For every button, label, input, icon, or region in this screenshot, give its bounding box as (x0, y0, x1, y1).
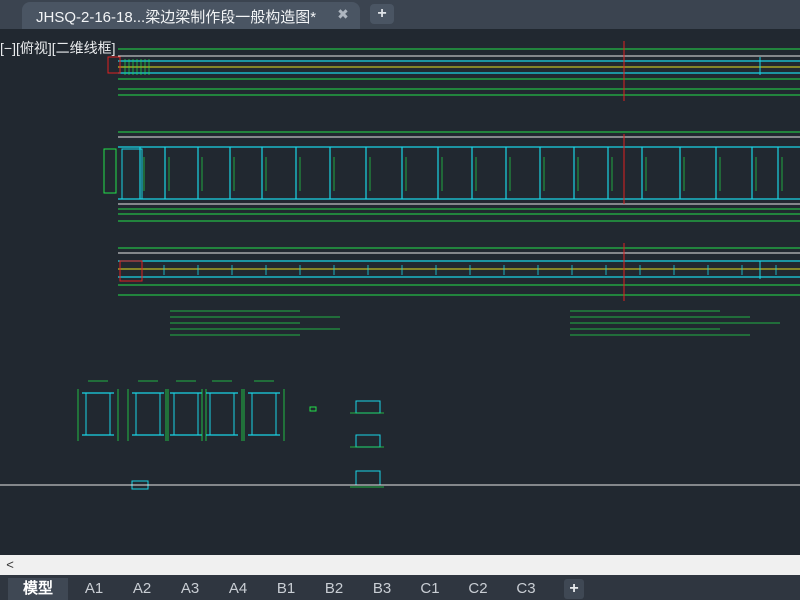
cross-section (173, 392, 199, 436)
cad-application-window: JHSQ-2-16-18...梁边梁制作段一般构造图* ✖ + [−][俯视][… (0, 0, 800, 600)
cross-section (251, 392, 277, 436)
layout-tab-模型[interactable]: 模型 (8, 578, 68, 600)
document-tab-bar: JHSQ-2-16-18...梁边梁制作段一般构造图* ✖ + (0, 0, 800, 29)
layout-tab-a1[interactable]: A1 (72, 578, 116, 600)
layout-tab-c3[interactable]: C3 (504, 578, 548, 600)
add-layout-button[interactable]: + (564, 579, 584, 599)
horizontal-scrollbar[interactable]: < (0, 555, 800, 575)
cad-drawing (0, 41, 800, 490)
cross-section (85, 392, 111, 436)
end-block (119, 260, 143, 282)
layout-tab-bar: 模型 A1 A2 A3 A4 B1 B2 B3 C1 C2 C3 + (0, 575, 800, 600)
layout-tab-a2[interactable]: A2 (120, 578, 164, 600)
new-tab-button[interactable]: + (370, 4, 394, 24)
layout-tab-b1[interactable]: B1 (264, 578, 308, 600)
end-block (107, 56, 121, 74)
layout-tab-a3[interactable]: A3 (168, 578, 212, 600)
end-section (103, 148, 117, 194)
layout-tab-b2[interactable]: B2 (312, 578, 356, 600)
layout-tab-a4[interactable]: A4 (216, 578, 260, 600)
layout-tab-c2[interactable]: C2 (456, 578, 500, 600)
detail-section (355, 470, 381, 486)
document-tab-title: JHSQ-2-16-18...梁边梁制作段一般构造图* (36, 9, 317, 26)
cross-section (209, 392, 235, 436)
end-plate (121, 148, 143, 200)
detail-section (355, 400, 381, 414)
drawing-canvas[interactable]: [−][俯视][二维线框] (0, 29, 800, 555)
close-icon[interactable]: ✖ (334, 5, 352, 23)
detail-section (355, 434, 381, 448)
document-tab[interactable]: JHSQ-2-16-18...梁边梁制作段一般构造图* ✖ (22, 2, 360, 29)
small-mark (309, 406, 317, 412)
cross-section (135, 392, 161, 436)
viewport-controls-label[interactable]: [−][俯视][二维线框] (0, 38, 116, 58)
layout-tab-c1[interactable]: C1 (408, 578, 452, 600)
scroll-left-arrow-icon[interactable]: < (2, 556, 18, 574)
layout-tab-b3[interactable]: B3 (360, 578, 404, 600)
